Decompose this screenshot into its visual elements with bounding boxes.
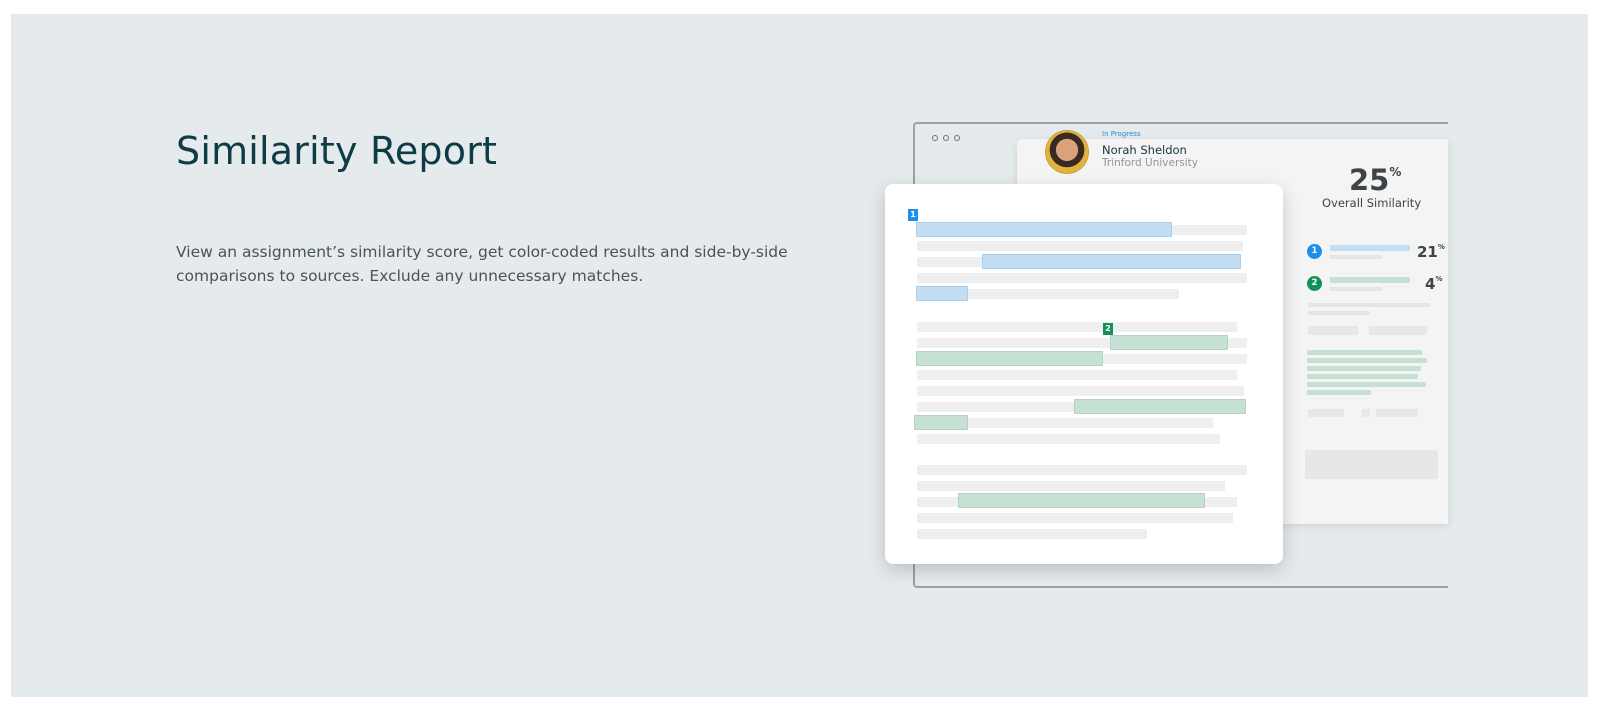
student-name: Norah Sheldon [1102,143,1187,157]
source-1-badge: 1 [1307,244,1322,259]
match-preview-line [1307,350,1422,355]
percent-sign: % [1435,275,1443,283]
placeholder-block [1369,326,1427,335]
window-dot-icon [943,135,949,141]
source-2-percent: 4% [1425,275,1442,293]
source-2-subline [1330,287,1382,291]
text-line [917,386,1244,396]
submission-document: 1 2 [885,184,1283,564]
match-highlight-2 [914,415,968,430]
action-button-placeholder [1305,450,1438,479]
text-line [917,370,1237,380]
text-line [917,434,1220,444]
match-highlight-2 [1110,335,1228,350]
placeholder-block [1308,326,1358,335]
match-preview-line [1307,366,1421,371]
student-avatar [1046,131,1088,173]
placeholder-block [1308,409,1344,417]
source-2-bar [1330,277,1410,283]
match-highlight-1 [916,286,968,301]
status-label: In Progress [1102,130,1141,138]
text-line [917,273,1247,283]
text-line [917,241,1243,251]
institution-name: Trinford University [1102,157,1198,169]
window-dot-icon [954,135,960,141]
source-1-percent-value: 21 [1417,243,1438,261]
match-highlight-2 [1074,399,1246,414]
match-highlight-1 [916,222,1172,237]
placeholder-line [1308,303,1430,307]
match-highlight-2 [916,351,1103,366]
percent-sign: % [1437,243,1445,251]
match-highlight-1 [982,254,1241,269]
match-preview-line [1307,374,1418,379]
source-1-percent: 21% [1417,243,1445,261]
window-controls [932,135,960,141]
section-description: View an assignment’s similarity score, g… [176,243,788,285]
placeholder-block [1362,409,1370,417]
source-1-subline [1330,255,1382,259]
text-line [917,465,1247,475]
placeholder-block [1376,409,1418,417]
source-2-badge: 2 [1307,276,1322,291]
percent-sign: % [1389,165,1402,179]
text-line [917,513,1233,523]
match-marker-1: 1 [908,209,918,221]
text-line [917,481,1225,491]
section-title: Similarity Report [176,129,498,173]
overall-similarity-label: Overall Similarity [1322,196,1422,210]
match-preview-line [1307,358,1427,363]
source-2-percent-value: 4 [1425,275,1436,293]
source-1-bar [1330,245,1410,251]
text-line [917,322,1237,332]
placeholder-line [1308,311,1370,315]
match-preview-line [1307,390,1371,395]
overall-percent-value: 25 [1349,163,1390,197]
match-preview-line [1307,382,1426,387]
match-highlight-2 [958,493,1205,508]
match-marker-2: 2 [1103,323,1113,335]
text-line [917,529,1147,539]
overall-similarity-score: 25% [1349,163,1401,197]
window-dot-icon [932,135,938,141]
